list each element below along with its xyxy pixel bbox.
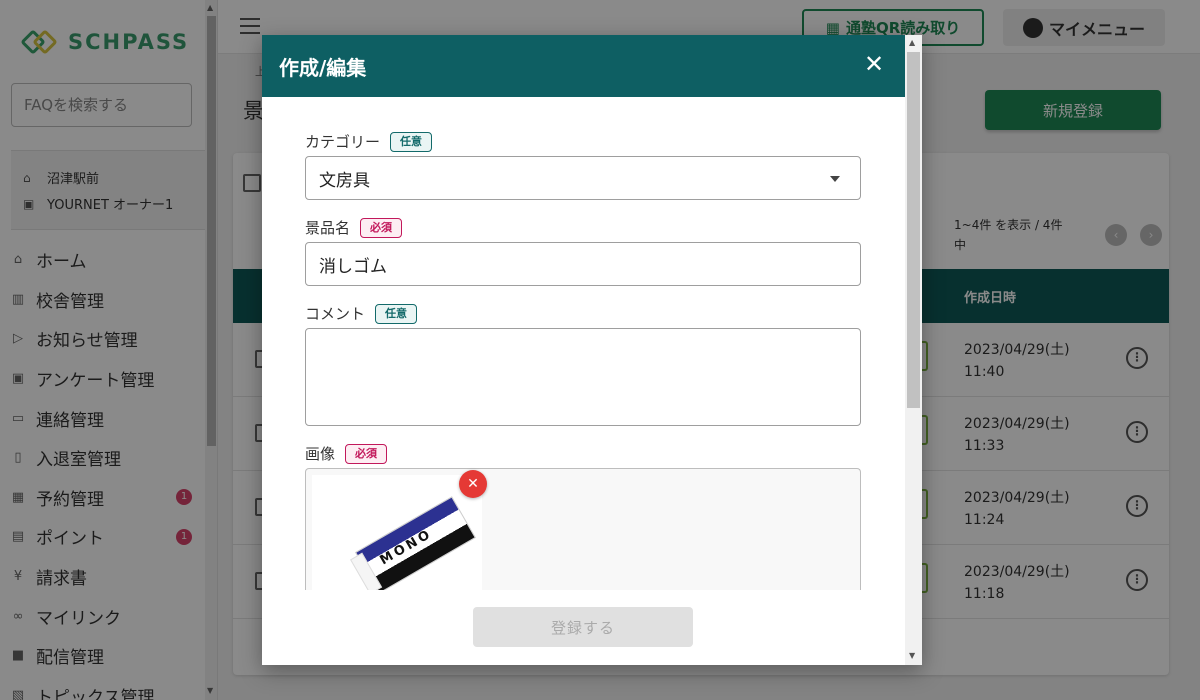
scroll-up-icon[interactable]: ▲: [909, 38, 915, 47]
comment-label: コメント 任意: [305, 303, 418, 324]
scroll-down-icon[interactable]: ▼: [909, 651, 915, 660]
eraser-image: MONO: [348, 496, 476, 598]
field-label-text: 画像: [305, 445, 336, 463]
submit-button[interactable]: 登録する: [473, 607, 693, 647]
field-label-text: 景品名: [305, 219, 351, 237]
dialog-footer: 登録する: [262, 590, 905, 665]
field-label-text: カテゴリー: [305, 133, 381, 151]
close-icon[interactable]: ✕: [863, 52, 885, 76]
chevron-down-icon: [830, 176, 840, 182]
optional-badge: 任意: [375, 303, 418, 324]
required-badge: 必須: [360, 217, 403, 238]
dialog-header: 作成/編集 ✕: [262, 35, 905, 97]
category-label: カテゴリー 任意: [305, 131, 433, 152]
comment-textarea[interactable]: [305, 328, 861, 426]
field-label-text: コメント: [305, 305, 366, 323]
category-select[interactable]: 文房具: [305, 156, 861, 200]
dialog-title: 作成/編集: [279, 56, 367, 80]
remove-image-button[interactable]: ✕: [459, 470, 487, 498]
required-badge: 必須: [345, 443, 388, 464]
prize-name-label: 景品名 必須: [305, 217, 403, 238]
uploaded-image-thumbnail: MONO: [312, 475, 482, 598]
image-upload-area[interactable]: MONO: [305, 468, 861, 598]
image-label: 画像 必須: [305, 443, 388, 464]
dialog-scrollbar[interactable]: ▲ ▼: [905, 35, 922, 665]
optional-badge: 任意: [390, 131, 433, 152]
prize-name-value: 消しゴム: [319, 256, 387, 277]
category-value: 文房具: [319, 170, 370, 191]
prize-name-input[interactable]: 消しゴム: [305, 242, 861, 286]
scrollbar-thumb[interactable]: [907, 52, 920, 408]
edit-dialog: 作成/編集 ✕ カテゴリー 任意 文房具 景品名 必須 消しゴム コメント 任意…: [262, 35, 922, 665]
